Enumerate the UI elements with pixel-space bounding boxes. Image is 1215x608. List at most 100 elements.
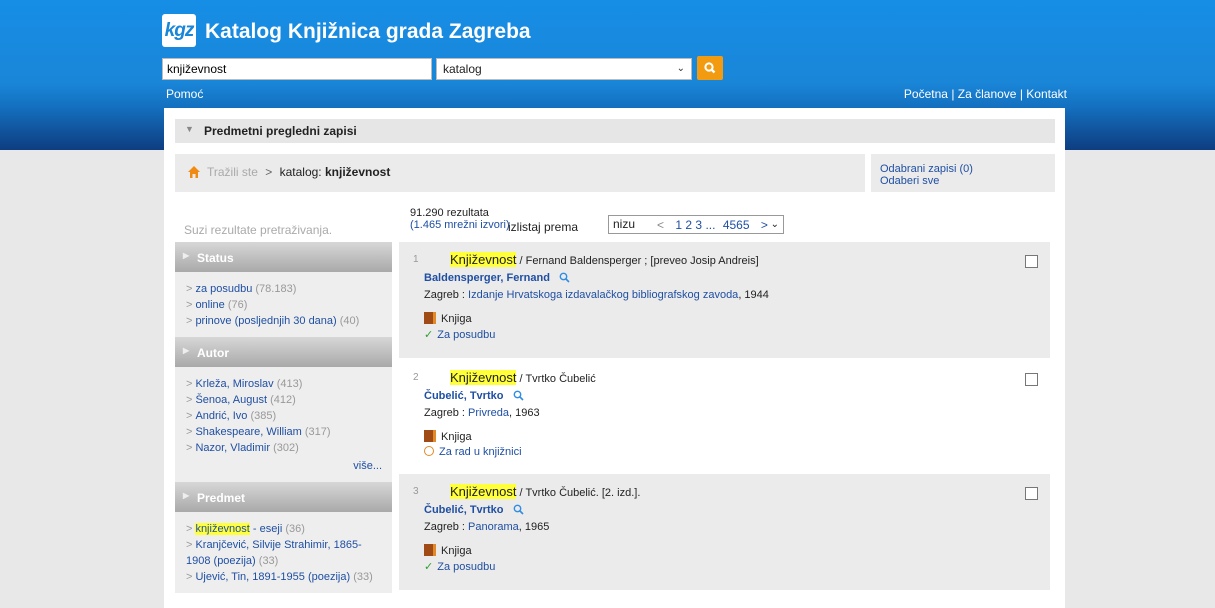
result-author[interactable]: Čubelić, Tvrtko (424, 390, 524, 402)
facet-subject-header[interactable]: ▶ Predmet (175, 482, 392, 512)
result-checkbox[interactable] (1025, 373, 1038, 386)
facet-item[interactable]: > za posudbu (78.183) (186, 281, 382, 297)
result-status: Za rad u knjižnici (424, 446, 522, 458)
result-number: 1 (413, 254, 419, 265)
facet-status-list: > za posudbu (78.183) > online (76) > prino… (175, 272, 392, 337)
contact-link[interactable]: Kontakt (1026, 87, 1067, 101)
facet-item[interactable]: > Nazor, Vladimir (302) (186, 440, 382, 456)
site-title[interactable]: Katalog Knjižnica grada Zagreba (205, 20, 531, 44)
facet-status-header[interactable]: ▶ Status (175, 242, 392, 272)
result-type: Knjiga (424, 430, 472, 443)
selection-box: Odabrani zapisi (0) Odaberi sve (871, 154, 1055, 192)
kgz-logo[interactable]: kgz (162, 14, 196, 47)
home-icon[interactable] (187, 165, 201, 179)
online-sources-link[interactable]: (1.465 mrežni izvori) (410, 219, 510, 231)
next-page[interactable]: > (761, 218, 768, 232)
checkmark-icon: ✓ (424, 561, 434, 573)
breadcrumb-label: katalog: (279, 165, 322, 179)
subject-records-toggle[interactable]: ▼ Predmetni pregledni zapisi (175, 119, 1055, 143)
breadcrumb-prefix[interactable]: Tražili ste (207, 165, 258, 179)
triangle-right-icon: ▶ (183, 491, 190, 500)
facet-sidebar: ▶ Status > za posudbu (78.183) > online (7… (175, 242, 392, 593)
facet-item[interactable]: > Šenoa, August (412) (186, 392, 382, 408)
selected-records-link[interactable]: Odabrani zapisi (0) (880, 163, 973, 175)
result-publication: Zagreb : Izdanje Hrvatskoga izdavalačkog… (424, 289, 769, 301)
triangle-right-icon: ▶ (183, 346, 190, 355)
sort-label: izlistaj prema (508, 220, 579, 234)
pager-ellipsis: ... (705, 218, 716, 232)
main-content: ▼ Predmetni pregledni zapisi Tražili ste… (164, 108, 1065, 608)
facet-item[interactable]: > Kranjčević, Silvije Strahimir, 1865-190… (186, 537, 382, 569)
more-authors-link[interactable]: više... (186, 458, 382, 474)
facet-subject-list: > književnost - eseji (36) > Kranjčević, S… (175, 512, 392, 593)
search-icon[interactable] (513, 390, 524, 401)
search-button[interactable] (697, 56, 723, 80)
page-link[interactable]: 3 (695, 218, 702, 232)
result-title[interactable]: Književnost / Tvrtko Čubelić. [2. izd.]. (450, 484, 640, 499)
facet-item[interactable]: > Andrić, Ivo (385) (186, 408, 382, 424)
result-checkbox[interactable] (1025, 255, 1038, 268)
breadcrumb-query: književnost (324, 165, 391, 179)
result-status: ✓ Za posudbu (424, 329, 496, 341)
search-input[interactable] (162, 58, 432, 80)
facet-item[interactable]: > prinove (posljednjih 30 dana) (40) (186, 313, 382, 329)
members-link[interactable]: Za članove (958, 87, 1017, 101)
search-icon[interactable] (559, 272, 570, 283)
facet-author-list: > Krleža, Miroslav (413) > Šenoa, August (… (175, 367, 392, 482)
top-links: Početna | Za članove | Kontakt (904, 87, 1067, 101)
facet-item[interactable]: > Shakespeare, William (317) (186, 424, 382, 440)
publisher-link[interactable]: Izdanje Hrvatskoga izdavalačkog bibliogr… (468, 289, 738, 301)
facet-item[interactable]: > književnost - eseji (36) (186, 521, 382, 537)
result-author[interactable]: Čubelić, Tvrtko (424, 504, 524, 516)
result-title[interactable]: Književnost / Tvrtko Čubelić (450, 370, 596, 385)
result-item: 2 Književnost / Tvrtko Čubelić Čubelić, … (399, 360, 1050, 472)
page-link[interactable]: 2 (685, 218, 692, 232)
facet-item[interactable]: > Ujević, Tin, 1891-1955 (poezija) (33) (186, 569, 382, 585)
result-author[interactable]: Baldensperger, Fernand (424, 272, 570, 284)
scope-select[interactable]: katalog ⌄ (436, 58, 692, 80)
sort-select-value: nizu (613, 217, 636, 231)
facet-author-header[interactable]: ▶ Autor (175, 337, 392, 367)
pagination: < 1 2 3 ... 4565 > (657, 218, 768, 232)
book-icon (424, 430, 436, 442)
book-icon (424, 312, 436, 324)
search-icon[interactable] (513, 504, 524, 515)
result-number: 2 (413, 372, 419, 383)
help-link[interactable]: Pomoć (166, 87, 203, 101)
page-link[interactable]: 1 (675, 218, 682, 232)
clock-icon (424, 446, 434, 456)
result-publication: Zagreb : Panorama, 1965 (424, 521, 550, 533)
triangle-right-icon: ▶ (183, 251, 190, 260)
result-item: 1 Književnost / Fernand Baldensperger ; … (399, 242, 1050, 358)
result-title[interactable]: Književnost / Fernand Baldensperger ; [p… (450, 252, 759, 267)
chevron-down-icon: ⌄ (770, 219, 779, 230)
result-checkbox[interactable] (1025, 487, 1038, 500)
scope-select-value: katalog (443, 62, 482, 76)
facet-item[interactable]: > online (76) (186, 297, 382, 313)
breadcrumb: Tražili ste > katalog: književnost (175, 154, 865, 192)
separator: | (951, 87, 955, 101)
results-info: 91.290 rezultata (1.465 mrežni izvori) (410, 207, 510, 231)
separator: | (1019, 87, 1023, 101)
results-count: 91.290 rezultata (410, 207, 489, 219)
result-number: 3 (413, 486, 419, 497)
subject-records-label: Predmetni pregledni zapisi (204, 124, 357, 138)
publisher-link[interactable]: Privreda (468, 407, 509, 419)
result-status: ✓ Za posudbu (424, 561, 496, 573)
breadcrumb-arrow: > (265, 165, 273, 179)
last-page-link[interactable]: 4565 (723, 218, 750, 232)
chevron-down-icon: ⌄ (676, 63, 685, 74)
book-icon (424, 544, 436, 556)
home-link[interactable]: Početna (904, 87, 948, 101)
result-type: Knjiga (424, 312, 472, 325)
triangle-down-icon: ▼ (185, 124, 194, 134)
facet-item[interactable]: > Krleža, Miroslav (413) (186, 376, 382, 392)
select-all-link[interactable]: Odaberi sve (880, 175, 939, 187)
result-type: Knjiga (424, 544, 472, 557)
result-publication: Zagreb : Privreda, 1963 (424, 407, 540, 419)
checkmark-icon: ✓ (424, 329, 434, 341)
result-item: 3 Književnost / Tvrtko Čubelić. [2. izd.… (399, 474, 1050, 590)
prev-page[interactable]: < (657, 218, 664, 232)
publisher-link[interactable]: Panorama (468, 521, 519, 533)
refine-label: Suzi rezultate pretraživanja. (184, 223, 333, 237)
